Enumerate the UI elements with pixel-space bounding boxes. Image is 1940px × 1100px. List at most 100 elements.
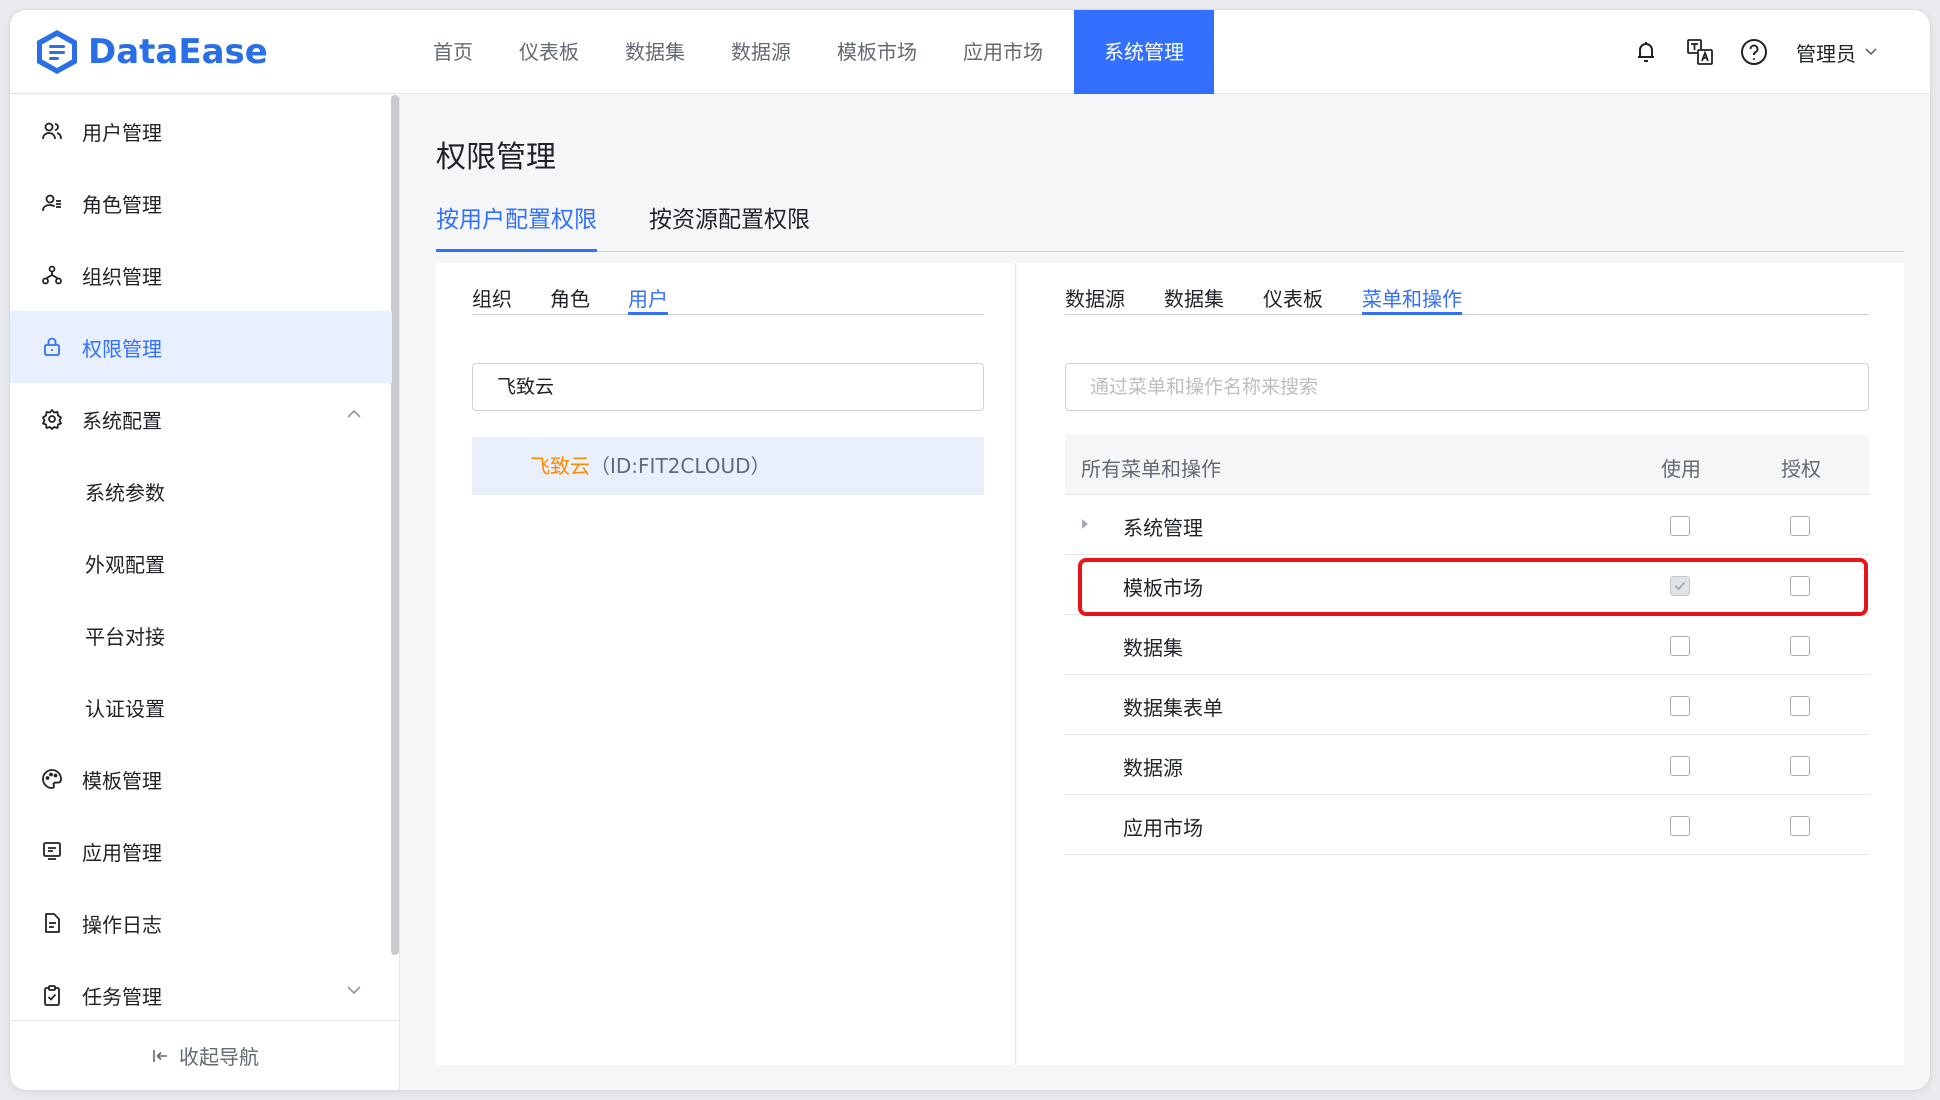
nav-app-market[interactable]: 应用市场: [940, 10, 1066, 94]
subject-panel: 组织 角色 用户 飞致云 飞致云（ID:FIT2CLOUD）: [436, 263, 1016, 1065]
use-checkbox[interactable]: [1670, 756, 1690, 776]
tab-by-user[interactable]: 按用户配置权限: [436, 200, 597, 252]
tab-by-resource[interactable]: 按资源配置权限: [649, 200, 810, 252]
use-checkbox[interactable]: [1670, 576, 1690, 596]
row-label: 系统管理: [1123, 516, 1203, 540]
sidebar-item-logs[interactable]: 操作日志: [10, 887, 392, 959]
app-window: DataEase 首页 仪表板 数据集 数据源 模板市场 应用市场 系统管理 管…: [10, 10, 1930, 1090]
sidebar-item-label: 系统配置: [82, 408, 162, 433]
table-row: 数据集表单: [1065, 675, 1869, 735]
role-icon: [40, 191, 64, 215]
sidebar: 用户管理 角色管理 组织管理 权限管理 系统配置 系统参数 外观配置 平台对接 …: [10, 95, 400, 1090]
resource-panel: 数据源 数据集 仪表板 菜单和操作 通过菜单和操作名称来搜索 所有菜单和操作 使…: [1017, 263, 1904, 1065]
bell-icon[interactable]: [1630, 36, 1662, 68]
row-label: 数据源: [1123, 756, 1183, 780]
sidebar-item-label: 组织管理: [82, 264, 162, 289]
gear-icon: [40, 407, 64, 431]
main-nav: 首页 仪表板 数据集 数据源 模板市场 应用市场 系统管理: [410, 10, 1214, 94]
sidebar-item-system-params[interactable]: 系统参数: [10, 455, 392, 527]
table-header: 所有菜单和操作 使用 授权: [1065, 435, 1869, 495]
page-title: 权限管理: [436, 140, 556, 175]
tab-dataset[interactable]: 数据集: [1164, 283, 1224, 315]
nav-system-management[interactable]: 系统管理: [1074, 10, 1214, 94]
app-icon: [40, 839, 64, 863]
sidebar-item-apps[interactable]: 应用管理: [10, 815, 392, 887]
dataease-logo-icon: [37, 30, 77, 74]
tab-menu-and-operations[interactable]: 菜单和操作: [1362, 283, 1462, 315]
top-bar: DataEase 首页 仪表板 数据集 数据源 模板市场 应用市场 系统管理 管…: [10, 10, 1930, 94]
row-label: 数据集表单: [1123, 696, 1223, 720]
use-checkbox[interactable]: [1670, 816, 1690, 836]
tab-dashboard[interactable]: 仪表板: [1263, 283, 1323, 315]
auth-checkbox[interactable]: [1790, 636, 1810, 656]
nav-dashboard[interactable]: 仪表板: [496, 10, 602, 94]
nav-datasource[interactable]: 数据源: [708, 10, 814, 94]
sidebar-item-label: 任务管理: [82, 984, 162, 1009]
sidebar-item-label: 用户管理: [82, 120, 162, 145]
main-tabs: 按用户配置权限 按资源配置权限: [436, 200, 1904, 252]
use-checkbox[interactable]: [1670, 696, 1690, 716]
sidebar-scrollbar[interactable]: [391, 95, 399, 955]
sidebar-item-auth-settings[interactable]: 认证设置: [10, 671, 392, 743]
menu-search-input[interactable]: 通过菜单和操作名称来搜索: [1065, 363, 1869, 411]
sidebar-item-label: 操作日志: [82, 912, 162, 937]
use-checkbox[interactable]: [1670, 516, 1690, 536]
logo[interactable]: DataEase: [34, 28, 268, 76]
sidebar-item-permissions[interactable]: 权限管理: [10, 311, 392, 383]
log-icon: [40, 911, 64, 935]
sidebar-item-org[interactable]: 组织管理: [10, 239, 392, 311]
auth-checkbox[interactable]: [1790, 516, 1810, 536]
top-right-toolbar: 管理员: [1608, 10, 1878, 94]
sidebar-item-label: 系统参数: [85, 480, 165, 505]
table-row: 应用市场: [1065, 795, 1869, 855]
column-header-use: 使用: [1661, 457, 1701, 481]
tab-user[interactable]: 用户: [628, 283, 668, 315]
auth-checkbox[interactable]: [1790, 756, 1810, 776]
sidebar-item-label: 应用管理: [82, 840, 162, 865]
logo-text: DataEase: [88, 32, 268, 72]
lock-icon: [40, 335, 64, 359]
users-icon: [40, 119, 64, 143]
help-icon[interactable]: [1738, 36, 1770, 68]
nav-template-market[interactable]: 模板市场: [814, 10, 940, 94]
sidebar-item-appearance[interactable]: 外观配置: [10, 527, 392, 599]
translate-icon[interactable]: [1684, 36, 1716, 68]
auth-checkbox[interactable]: [1790, 696, 1810, 716]
table-row: 模板市场: [1065, 555, 1869, 615]
list-item-user[interactable]: 飞致云（ID:FIT2CLOUD）: [472, 437, 984, 495]
user-name: 飞致云: [530, 454, 590, 478]
nav-dataset[interactable]: 数据集: [602, 10, 708, 94]
check-icon: [1674, 581, 1686, 591]
row-label: 模板市场: [1123, 576, 1203, 600]
sidebar-item-users[interactable]: 用户管理: [10, 95, 392, 167]
use-checkbox[interactable]: [1670, 636, 1690, 656]
sidebar-item-label: 认证设置: [85, 696, 165, 721]
sidebar-item-label: 角色管理: [82, 192, 162, 217]
collapse-nav-button[interactable]: 收起导航: [10, 1020, 400, 1090]
sidebar-item-platform[interactable]: 平台对接: [10, 599, 392, 671]
user-id: （ID:FIT2CLOUD）: [590, 454, 771, 478]
sidebar-item-roles[interactable]: 角色管理: [10, 167, 392, 239]
sidebar-item-templates[interactable]: 模板管理: [10, 743, 392, 815]
tab-organization[interactable]: 组织: [472, 283, 512, 315]
sidebar-item-label: 外观配置: [85, 552, 165, 577]
org-tree-icon: [40, 263, 64, 287]
auth-checkbox[interactable]: [1790, 816, 1810, 836]
tab-role[interactable]: 角色: [550, 283, 590, 315]
tab-datasource[interactable]: 数据源: [1065, 283, 1125, 315]
table-row: 数据源: [1065, 735, 1869, 795]
collapse-icon: [153, 1049, 167, 1062]
user-menu[interactable]: 管理员: [1796, 38, 1878, 67]
permissions-table: 所有菜单和操作 使用 授权 系统管理 模板市场 数据集 数据集表单 数据源 应用…: [1065, 435, 1869, 855]
subject-tabs: 组织 角色 用户: [472, 263, 984, 315]
user-name: 管理员: [1796, 41, 1856, 66]
sidebar-item-label: 模板管理: [82, 768, 162, 793]
user-search-input[interactable]: 飞致云: [472, 363, 984, 411]
nav-home[interactable]: 首页: [410, 10, 496, 94]
collapse-nav-label: 收起导航: [179, 1045, 259, 1069]
sidebar-item-system-config[interactable]: 系统配置: [10, 383, 392, 455]
resource-tabs: 数据源 数据集 仪表板 菜单和操作: [1065, 263, 1869, 315]
chevron-down-icon: [1865, 48, 1877, 56]
caret-right-icon[interactable]: [1081, 518, 1089, 530]
auth-checkbox[interactable]: [1790, 576, 1810, 596]
